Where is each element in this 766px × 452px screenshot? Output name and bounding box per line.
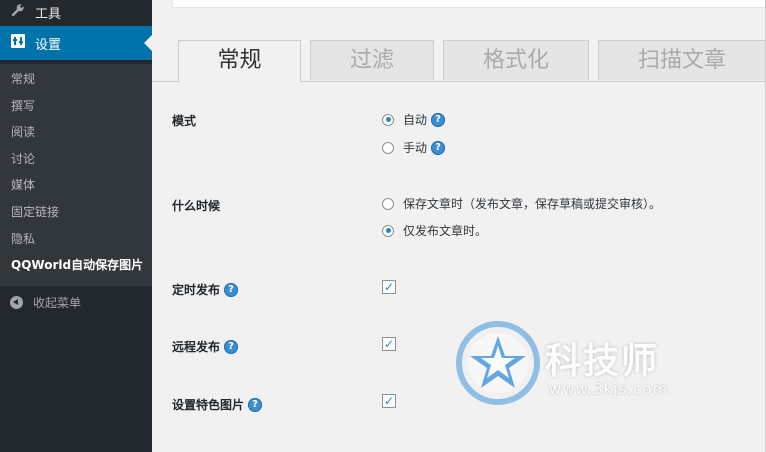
mode-auto-label: 自动 <box>403 113 428 127</box>
featured-image-label: 设置特色图片 ? <box>172 396 263 413</box>
when-option-on-save[interactable]: 保存文章时（发布文章，保存草稿或提交审核）。 <box>382 195 661 212</box>
when-label-text: 什么时候 <box>172 199 221 213</box>
settings-submenu: 常规 撰写 阅读 讨论 媒体 固定链接 隐私 QQWorld自动保存图片 <box>0 64 152 286</box>
watermark-url: www.3kjs.com <box>549 380 669 398</box>
remote-publish-label: 远程发布 ? <box>172 338 239 355</box>
menu-label-tools: 工具 <box>35 6 62 22</box>
help-icon[interactable]: ? <box>431 112 446 127</box>
when-on-save-radio[interactable] <box>382 197 394 210</box>
scheduled-publish-checkbox[interactable]: ✓ <box>382 280 396 294</box>
when-label: 什么时候 <box>172 197 220 214</box>
collapse-menu-button[interactable]: 收起菜单 <box>0 288 152 316</box>
when-option-publish-only[interactable]: 仅发布文章时。 <box>382 222 487 239</box>
submenu-item-discussion[interactable]: 讨论 <box>0 146 152 173</box>
help-icon[interactable]: ? <box>431 140 446 155</box>
menu-item-tools[interactable]: 工具 <box>0 0 152 24</box>
remote-publish-label-text: 远程发布 <box>172 340 221 354</box>
mode-manual-radio[interactable] <box>382 141 394 154</box>
featured-image-checkbox[interactable]: ✓ <box>382 394 396 408</box>
tab-format[interactable]: 格式化 <box>443 40 589 80</box>
admin-sidebar: 工具 设置 常规 撰写 阅读 讨论 媒体 固定链接 隐私 QQWorld自动保存… <box>0 0 152 452</box>
submenu-item-reading[interactable]: 阅读 <box>0 119 152 146</box>
featured-image-label-text: 设置特色图片 <box>172 398 245 412</box>
mode-auto-radio[interactable] <box>382 113 394 126</box>
site-watermark: 科技师 www.3kjs.com <box>455 318 695 408</box>
submenu-item-permalinks[interactable]: 固定链接 <box>0 199 152 226</box>
submenu-item-general[interactable]: 常规 <box>0 66 152 93</box>
help-icon[interactable]: ? <box>224 282 239 297</box>
collapse-menu-label: 收起菜单 <box>33 295 82 310</box>
help-icon[interactable]: ? <box>224 339 239 354</box>
submenu-item-privacy[interactable]: 隐私 <box>0 226 152 253</box>
menu-item-settings[interactable]: 设置 <box>0 26 152 60</box>
mode-label: 模式 <box>172 112 196 129</box>
submenu-item-media[interactable]: 媒体 <box>0 172 152 199</box>
scheduled-publish-label: 定时发布 ? <box>172 281 239 298</box>
wrench-icon <box>9 3 27 21</box>
menu-label-settings: 设置 <box>35 37 62 53</box>
collapse-arrow-icon <box>10 295 23 309</box>
watermark-brand: 科技师 <box>545 341 660 382</box>
tab-scan-posts[interactable]: 扫描文章 <box>598 40 766 80</box>
tab-filter[interactable]: 过滤 <box>310 40 434 80</box>
scheduled-publish-label-text: 定时发布 <box>172 283 221 297</box>
when-publish-only-label: 仅发布文章时。 <box>403 224 488 238</box>
mode-manual-label: 手动 <box>403 141 428 155</box>
settings-sliders-icon <box>9 34 27 52</box>
submenu-item-qqworld-auto-save-images[interactable]: QQWorld自动保存图片 <box>0 252 152 279</box>
mode-option-manual[interactable]: 手动 ? <box>382 139 446 156</box>
watermark-logo-icon <box>456 321 540 405</box>
submenu-item-writing[interactable]: 撰写 <box>0 93 152 120</box>
mode-label-text: 模式 <box>172 114 197 128</box>
top-panel-edge <box>172 0 766 8</box>
when-publish-only-radio[interactable] <box>382 224 394 237</box>
tab-general[interactable]: 常规 <box>178 40 301 82</box>
remote-publish-checkbox[interactable]: ✓ <box>382 337 396 351</box>
mode-option-auto[interactable]: 自动 ? <box>382 111 446 128</box>
when-on-save-label: 保存文章时（发布文章，保存草稿或提交审核）。 <box>403 197 662 211</box>
help-icon[interactable]: ? <box>248 397 263 412</box>
active-tab-gap <box>179 81 300 82</box>
